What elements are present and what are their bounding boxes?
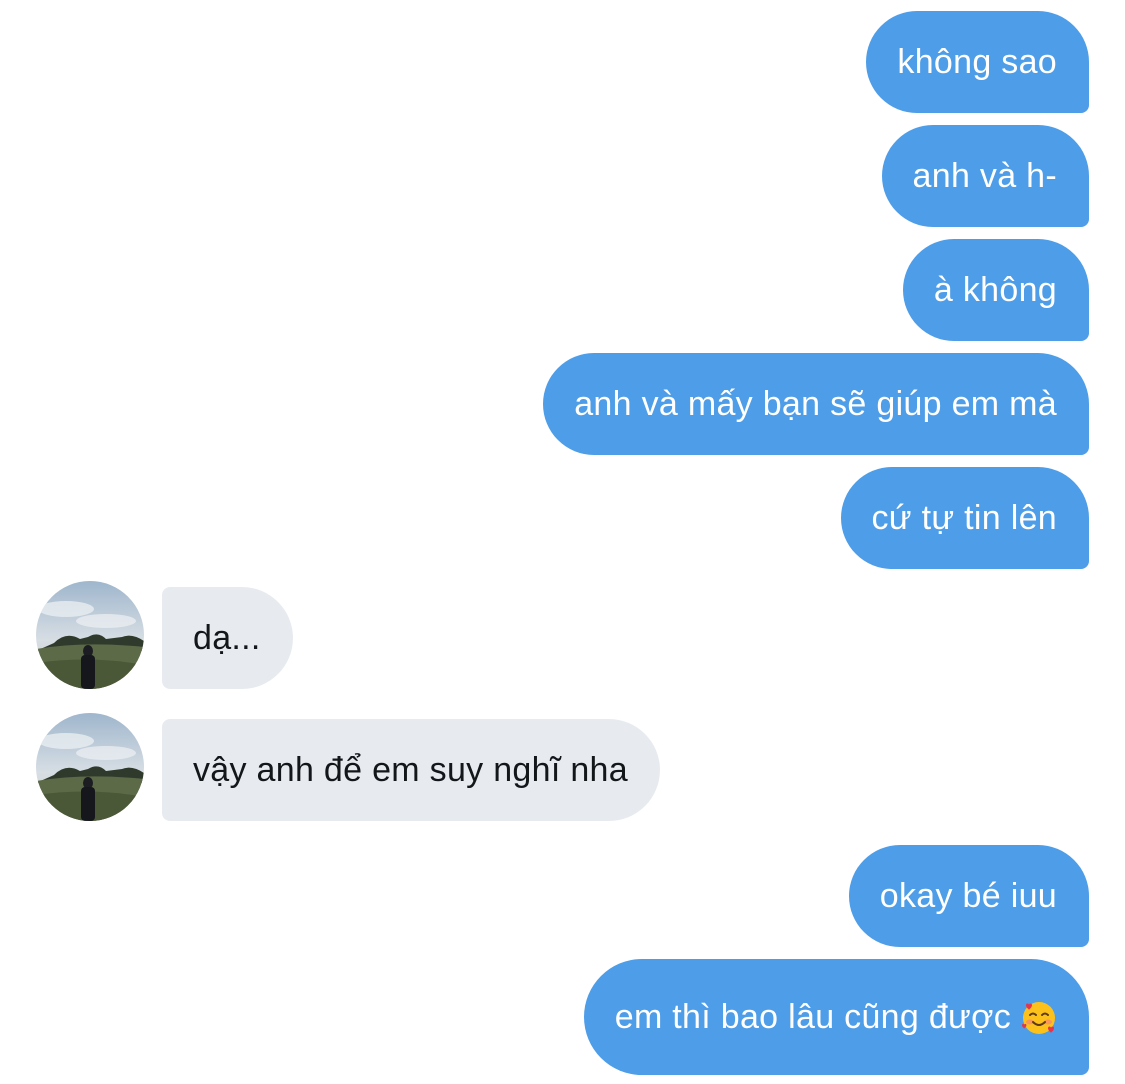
message-text: cứ tự tin lên xyxy=(871,498,1057,537)
message-text: anh và mấy bạn sẽ giúp em mà xyxy=(574,384,1057,423)
message-text: vậy anh để em suy nghĩ nha xyxy=(193,750,628,789)
avatar-photo xyxy=(36,581,144,689)
smiling-face-with-hearts-icon xyxy=(1021,1000,1057,1036)
message-text: không sao xyxy=(897,42,1057,81)
avatar[interactable] xyxy=(36,581,144,689)
message-bubble-received[interactable]: vậy anh để em suy nghĩ nha xyxy=(162,719,660,821)
message-bubble-sent[interactable]: em thì bao lâu cũng được xyxy=(583,959,1089,1075)
message-text: anh và h- xyxy=(912,156,1057,195)
message-text: à không xyxy=(933,270,1057,309)
message-bubble-sent[interactable]: à không xyxy=(902,239,1089,341)
message-bubble-sent[interactable]: không sao xyxy=(866,11,1089,113)
avatar-photo xyxy=(36,713,144,821)
message-bubble-sent[interactable]: anh và h- xyxy=(881,125,1089,227)
avatar[interactable] xyxy=(36,713,144,821)
message-bubble-sent[interactable]: anh và mấy bạn sẽ giúp em mà xyxy=(543,353,1089,455)
message-text: dạ... xyxy=(193,618,261,657)
message-text: em thì bao lâu cũng được xyxy=(614,997,1011,1036)
message-bubble-received[interactable]: dạ... xyxy=(162,587,293,689)
message-bubble-sent[interactable]: okay bé iuu xyxy=(848,845,1089,947)
message-text: okay bé iuu xyxy=(879,876,1057,915)
message-bubble-sent[interactable]: cứ tự tin lên xyxy=(840,467,1089,569)
